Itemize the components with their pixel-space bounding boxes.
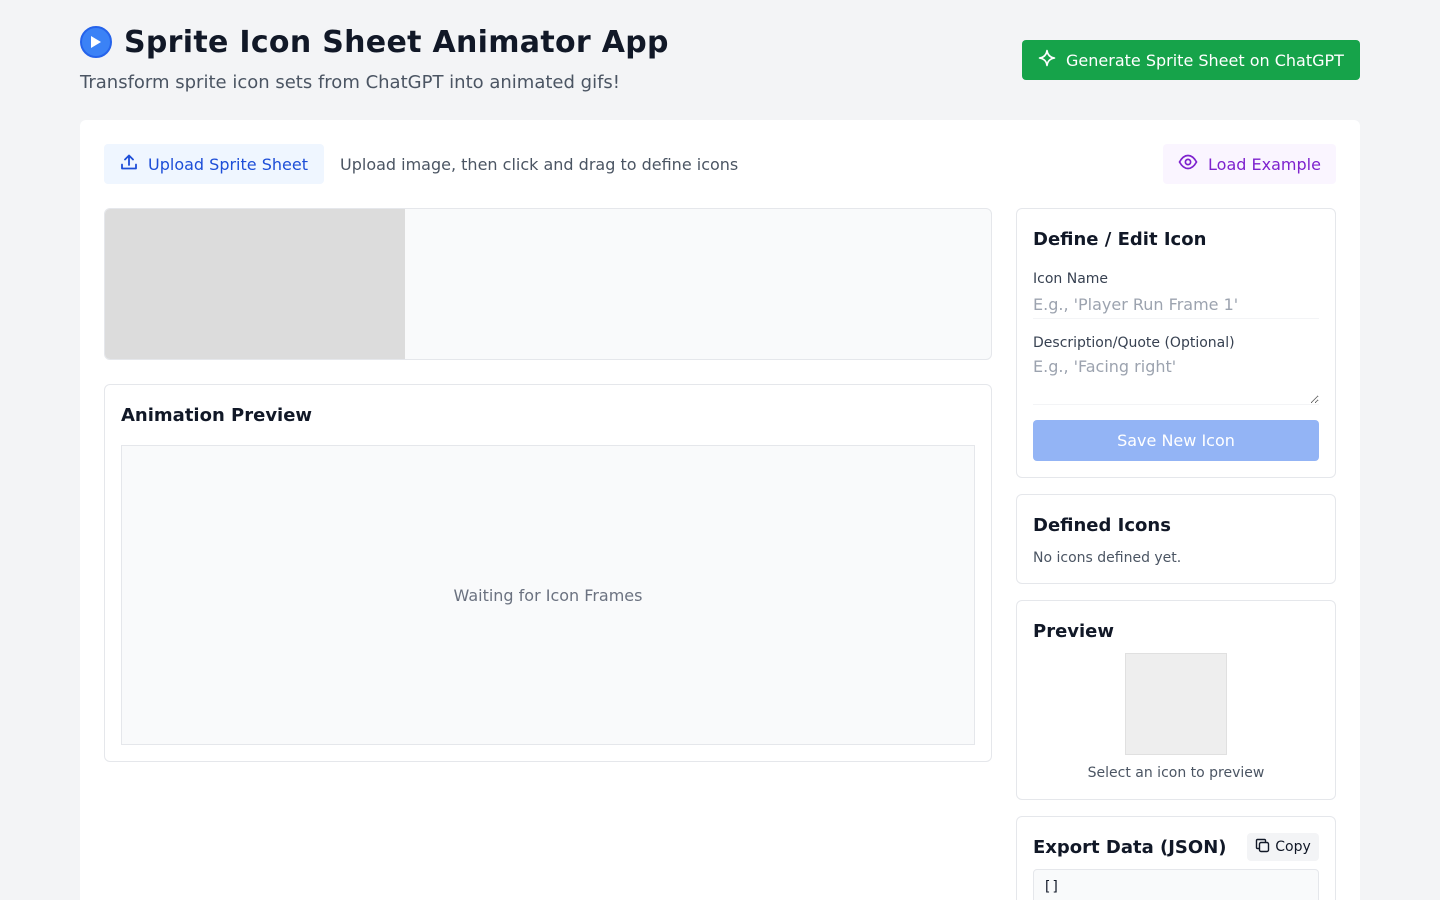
icon-name-input[interactable] <box>1033 291 1319 319</box>
generate-sprite-sheet-button[interactable]: Generate Sprite Sheet on ChatGPT <box>1022 40 1360 80</box>
animation-preview-title: Animation Preview <box>121 405 313 426</box>
upload-hint: Upload image, then click and drag to def… <box>340 154 739 174</box>
defined-icons-title: Defined Icons <box>1033 515 1171 536</box>
load-example-button[interactable]: Load Example <box>1163 144 1336 184</box>
define-icon-panel: Define / Edit Icon Icon Name Description… <box>1016 208 1336 478</box>
main-card: Upload Sprite Sheet Upload image, then c… <box>80 120 1360 900</box>
waiting-message: Waiting for Icon Frames <box>453 585 643 605</box>
export-title: Export Data (JSON) <box>1033 837 1227 858</box>
description-label: Description/Quote (Optional) <box>1033 335 1235 351</box>
page-title: Sprite Icon Sheet Animator App <box>124 24 669 60</box>
toolbar: Upload Sprite Sheet Upload image, then c… <box>104 144 1336 184</box>
generate-button-label: Generate Sprite Sheet on ChatGPT <box>1066 50 1344 70</box>
copy-button-label: Copy <box>1275 839 1311 855</box>
load-example-label: Load Example <box>1208 154 1321 174</box>
upload-button-label: Upload Sprite Sheet <box>148 154 308 174</box>
animation-stage: Waiting for Icon Frames <box>121 445 975 745</box>
upload-icon <box>120 153 138 175</box>
preview-empty-message: Select an icon to preview <box>1087 765 1265 781</box>
export-data-panel: Export Data (JSON) Copy [] <box>1016 816 1336 900</box>
preview-box <box>1125 653 1227 755</box>
upload-sprite-sheet-button[interactable]: Upload Sprite Sheet <box>104 144 324 184</box>
no-icons-message: No icons defined yet. <box>1033 550 1182 566</box>
sprite-sheet-canvas[interactable] <box>104 208 992 360</box>
description-input[interactable] <box>1033 357 1319 405</box>
eye-icon <box>1178 154 1198 174</box>
animation-preview-panel: Animation Preview Waiting for Icon Frame… <box>104 384 992 762</box>
defined-icons-panel: Defined Icons No icons defined yet. <box>1016 494 1336 584</box>
save-new-icon-button[interactable]: Save New Icon <box>1033 420 1319 461</box>
preview-title: Preview <box>1033 621 1115 642</box>
copy-json-button[interactable]: Copy <box>1247 833 1319 861</box>
canvas-placeholder <box>105 209 405 359</box>
define-icon-title: Define / Edit Icon <box>1033 229 1207 250</box>
copy-icon <box>1255 838 1270 857</box>
page-header: Sprite Icon Sheet Animator App Transform… <box>80 24 1360 96</box>
play-circle-icon <box>80 26 112 58</box>
json-output: [] <box>1033 869 1319 900</box>
icon-preview-panel: Preview Select an icon to preview <box>1016 600 1336 800</box>
sparkle-icon <box>1038 49 1056 71</box>
icon-name-label: Icon Name <box>1033 271 1109 287</box>
